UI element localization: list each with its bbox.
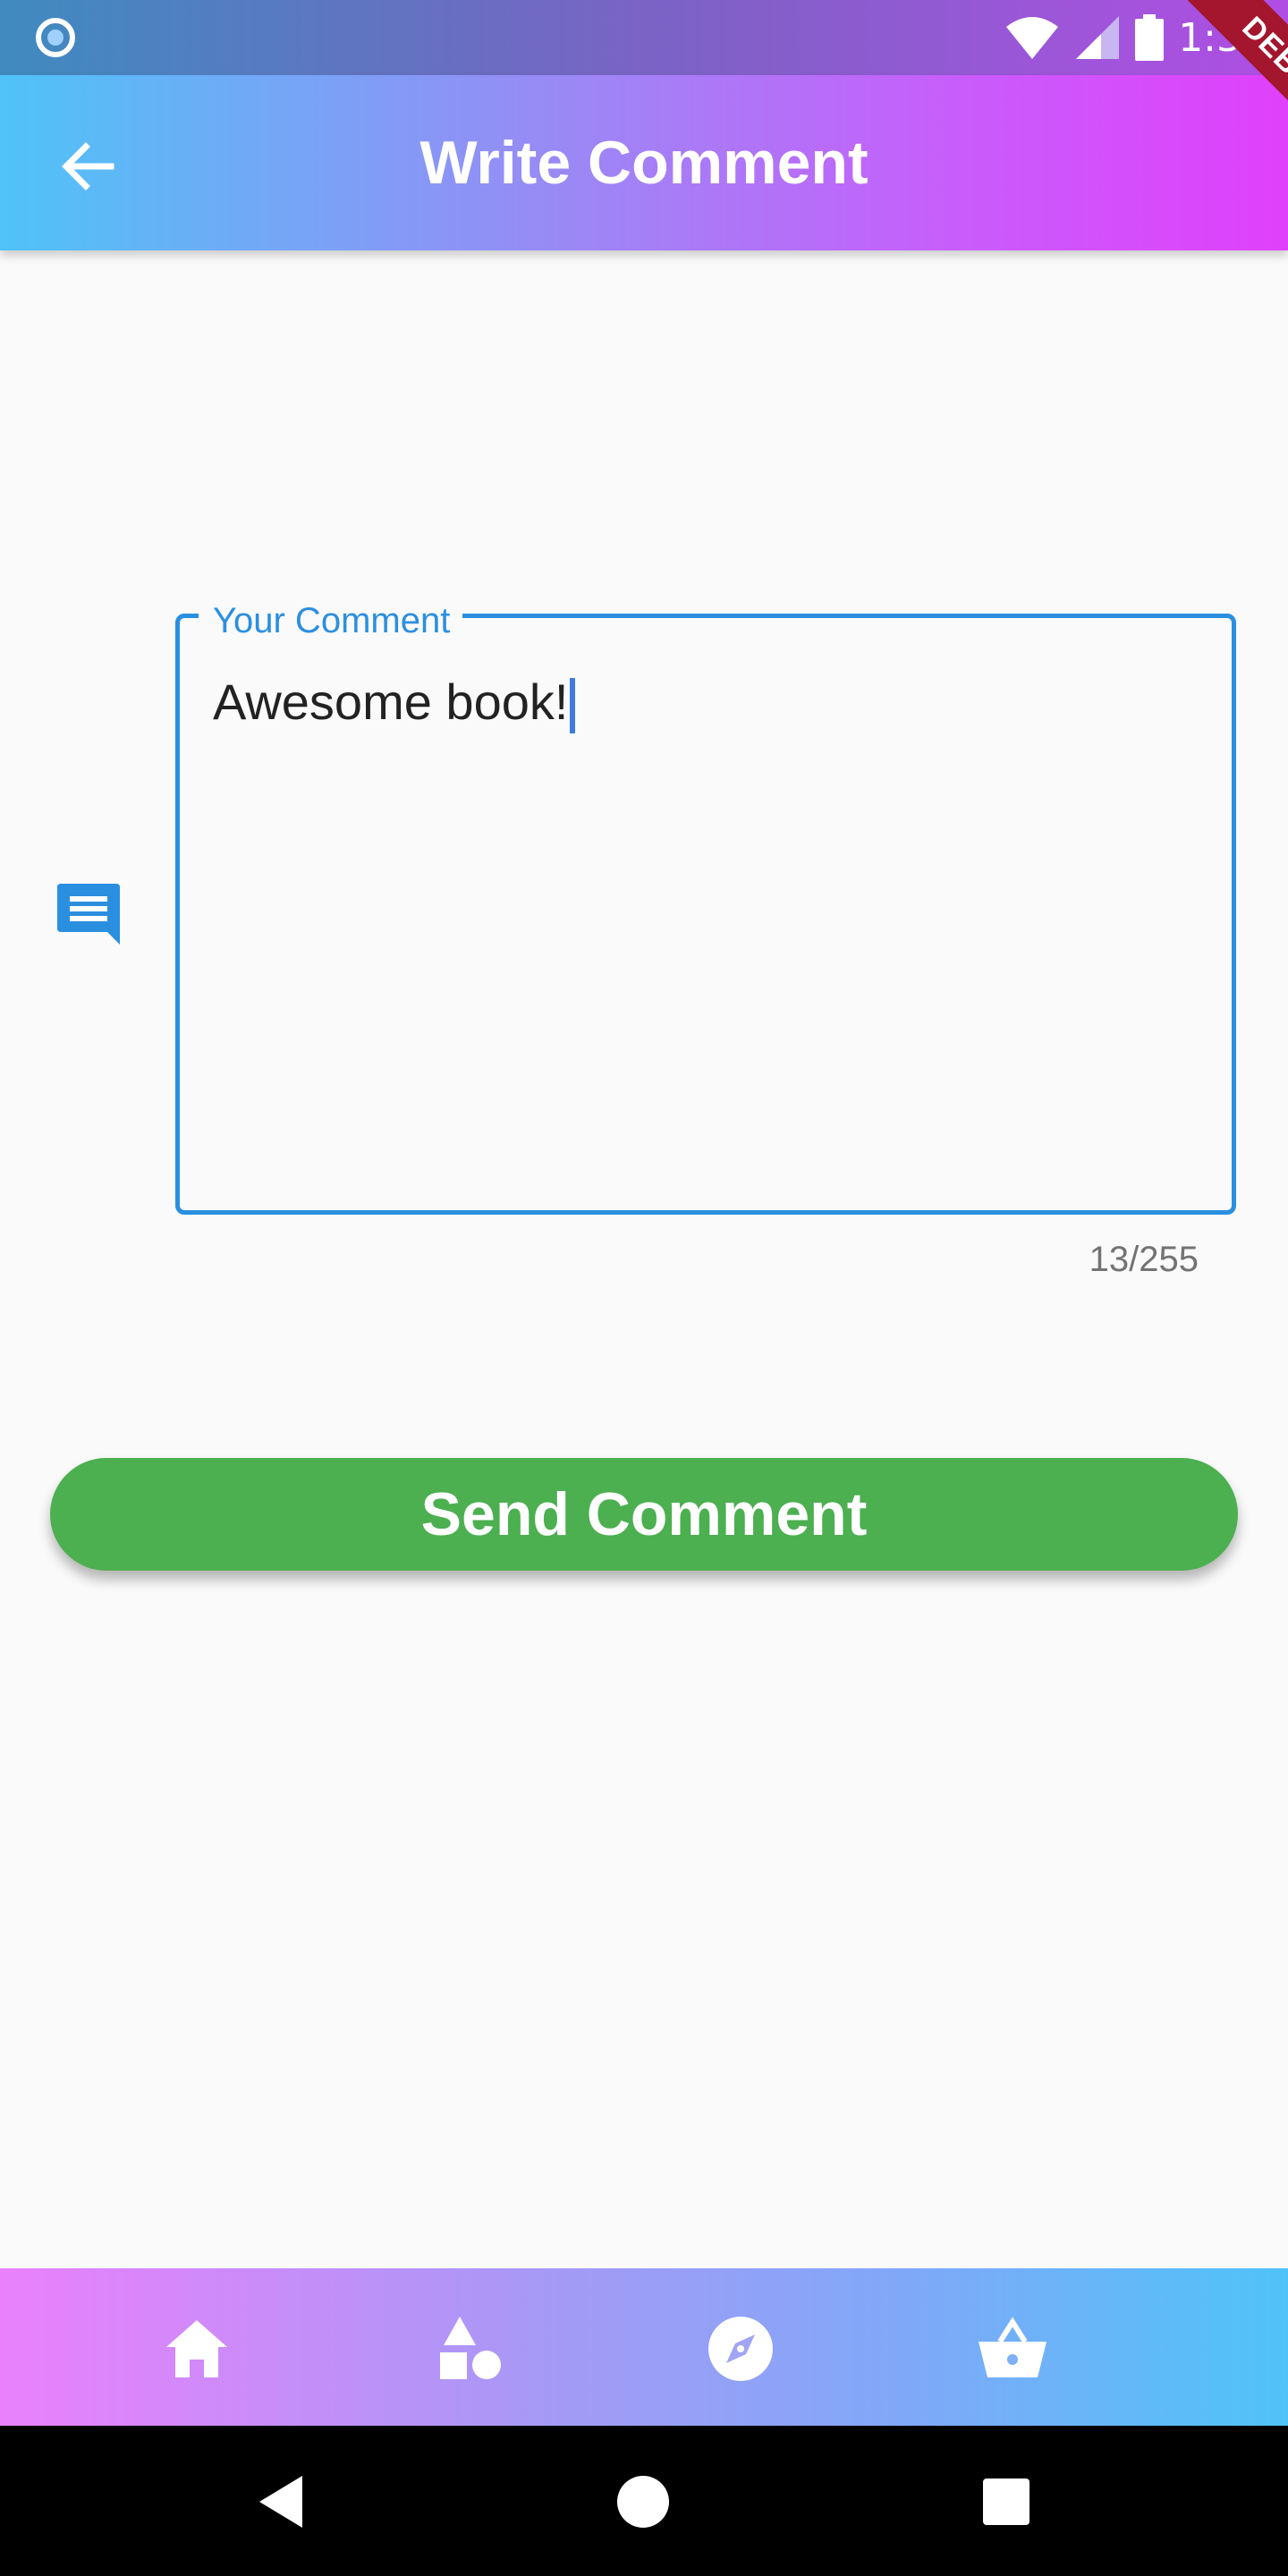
- back-button[interactable]: [50, 129, 125, 204]
- battery-icon: [1135, 14, 1165, 61]
- notification-icon: [36, 18, 75, 57]
- basket-icon[interactable]: [975, 2311, 1050, 2386]
- system-nav-bar: [0, 2426, 1288, 2576]
- status-bar: 1:30: [0, 0, 1288, 75]
- explore-icon[interactable]: [703, 2311, 778, 2386]
- back-nav-icon[interactable]: [250, 2470, 313, 2533]
- signal-icon: [1076, 16, 1120, 59]
- wifi-icon: [1006, 17, 1059, 59]
- comment-icon: [57, 884, 120, 945]
- arrow-back-icon: [62, 142, 114, 191]
- comment-value: Awesome book!: [213, 674, 569, 730]
- send-comment-button[interactable]: Send Comment: [50, 1458, 1238, 1571]
- app-bar: Write Comment: [0, 75, 1288, 250]
- comment-text[interactable]: Awesome book!: [213, 671, 576, 734]
- recents-nav-icon[interactable]: [975, 2470, 1038, 2533]
- text-caret: [570, 678, 576, 734]
- bottom-nav: [0, 2268, 1288, 2426]
- page-title: Write Comment: [419, 129, 869, 197]
- home-icon[interactable]: [159, 2311, 234, 2386]
- character-counter: 13/255: [1089, 1240, 1199, 1279]
- home-nav-icon[interactable]: [612, 2470, 674, 2533]
- comment-field-label: Your Comment: [199, 597, 463, 644]
- category-icon[interactable]: [431, 2311, 506, 2386]
